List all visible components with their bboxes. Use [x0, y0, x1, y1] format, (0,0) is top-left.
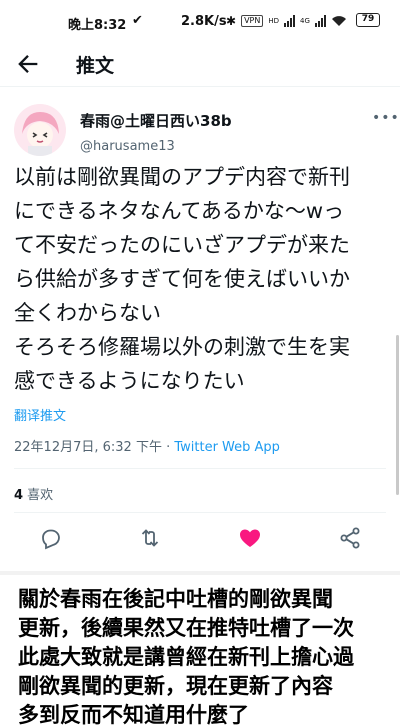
- network-type-icon: 4G: [300, 17, 310, 25]
- divider: [14, 468, 386, 469]
- retweet-icon[interactable]: [138, 526, 162, 550]
- vpn-icon: VPN: [241, 15, 264, 27]
- tweet-line: 感できるようになりたい: [14, 369, 245, 393]
- author-display-name[interactable]: 春雨@土曜日西い38b: [80, 110, 232, 131]
- share-icon[interactable]: [338, 526, 362, 550]
- signal-icon-2: [314, 15, 326, 27]
- header-divider: [0, 86, 400, 87]
- tweet-text: 以前は剛欲異聞のアプデ内容で新刊 にできるネタなんてあるかな〜wっ て不安だった…: [14, 160, 394, 398]
- network-speed: 2.8K/s: [181, 14, 227, 29]
- tweet-line: そろそろ修羅場以外の刺激で生を実: [14, 335, 350, 359]
- signal-icon: [284, 15, 295, 27]
- author-handle[interactable]: @harusame13: [80, 139, 232, 154]
- hd-icon: HD: [268, 17, 279, 25]
- scrollbar[interactable]: [396, 335, 399, 495]
- caption-line: 更新，後續果然又在推特吐槽了一次: [18, 616, 354, 640]
- wifi-icon: [331, 16, 346, 26]
- reply-icon[interactable]: [38, 526, 62, 550]
- tweet-line: 全くわからない: [14, 301, 161, 325]
- author-info[interactable]: 春雨@土曜日西い38b @harusame13: [80, 110, 232, 154]
- battery-indicator: 79: [356, 13, 380, 27]
- check-icon: ✔: [132, 13, 143, 28]
- like-label: 喜欢: [23, 488, 54, 503]
- tweet-client-link[interactable]: Twitter Web App: [174, 440, 280, 455]
- divider: [14, 512, 386, 513]
- status-time: 晚上8:32: [68, 18, 127, 33]
- caption-line: 剛欲異聞的更新，現在更新了內容: [18, 674, 333, 698]
- translator-note: 關於春雨在後記中吐槽的剛欲異聞 更新，後續果然又在推特吐槽了一次 此處大致就是講…: [0, 571, 400, 727]
- tweet-timestamp: 22年12月7日, 6:32 下午 ·: [14, 440, 175, 455]
- likes-summary[interactable]: 4 喜欢: [14, 484, 53, 503]
- status-bar: 晚上8:32 ✔ 2.8K/s ✱ VPN HD 4G 79: [0, 0, 400, 42]
- bluetooth-icon: ✱: [226, 14, 237, 28]
- caption-line: 此處大致就是講曾經在新刊上擔心過: [18, 645, 354, 669]
- avatar[interactable]: [14, 104, 66, 156]
- translate-tweet-link[interactable]: 翻译推文: [14, 405, 66, 424]
- tweet-line: て不安だったのにいざアプデが来た: [14, 233, 350, 257]
- tweet-meta: 22年12月7日, 6:32 下午 · Twitter Web App: [14, 436, 280, 455]
- status-icons: ✱ VPN HD 4G: [226, 14, 347, 28]
- like-heart-icon[interactable]: [238, 526, 262, 550]
- tweet-line: にできるネタなんてあるかな〜wっ: [14, 199, 345, 223]
- caption-line: 關於春雨在後記中吐槽的剛欲異聞: [18, 587, 333, 611]
- page-title: 推文: [76, 55, 115, 77]
- caption-line: 多到反而不知道用什麼了: [18, 703, 249, 727]
- tweet-actions: [0, 520, 400, 556]
- tweet-line: 以前は剛欲異聞のアプデ内容で新刊: [14, 165, 350, 189]
- app-header: 推文: [0, 42, 400, 84]
- more-options-icon[interactable]: •••: [372, 110, 400, 126]
- back-arrow-icon[interactable]: [14, 50, 42, 78]
- tweet-line: ら供給が多すぎて何を使えばいいか: [14, 267, 350, 291]
- like-count: 4: [14, 488, 24, 503]
